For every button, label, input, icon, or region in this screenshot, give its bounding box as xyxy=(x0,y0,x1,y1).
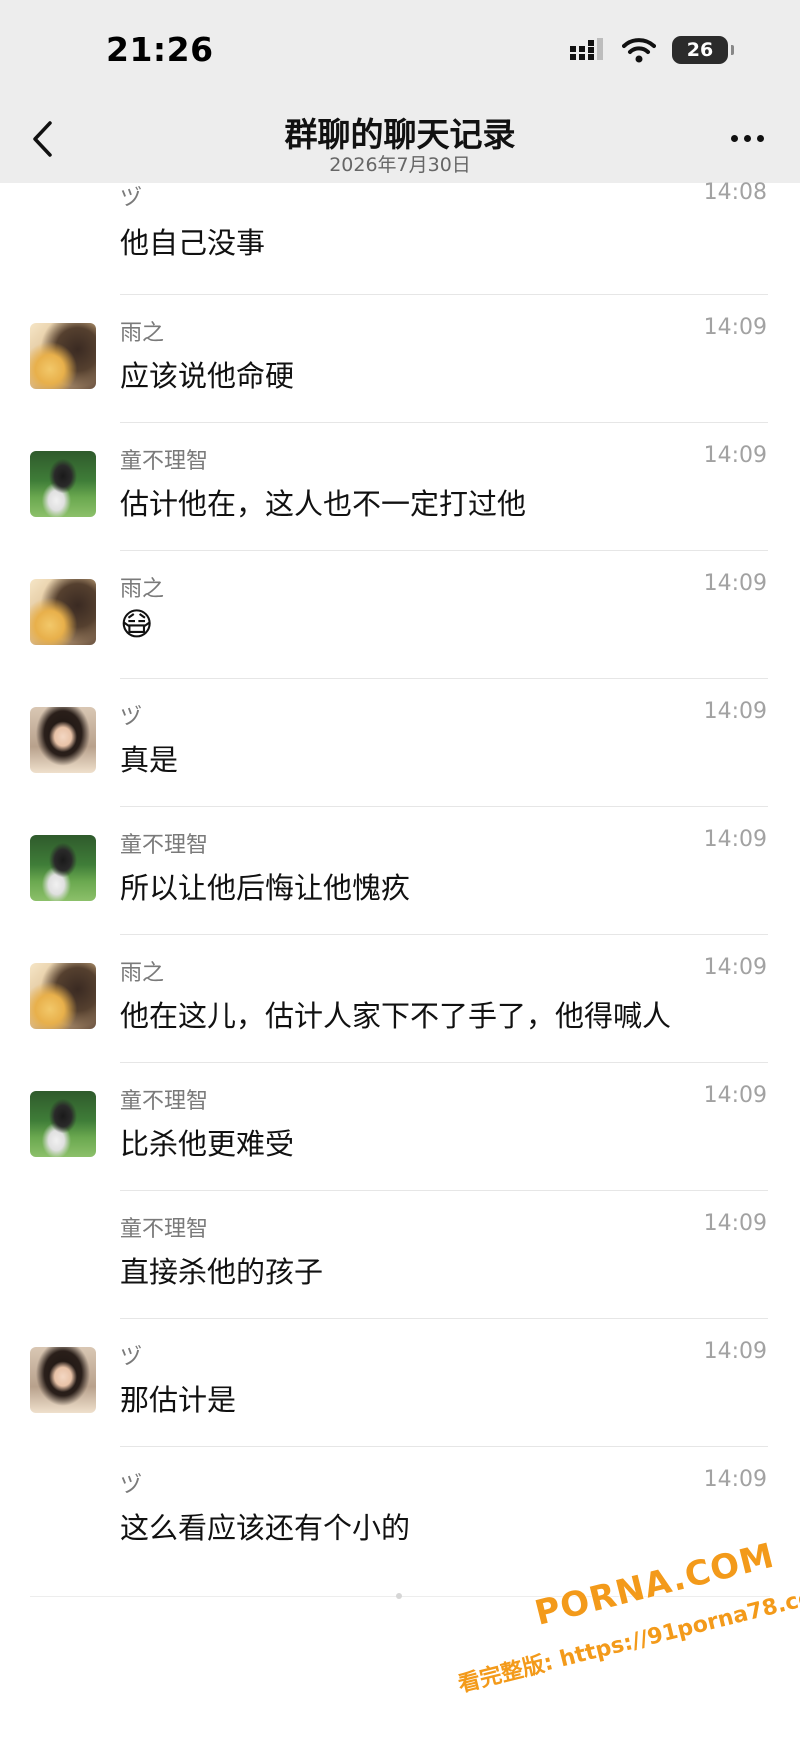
battery-indicator: 26 xyxy=(672,36,734,64)
chat-message[interactable]: 童不理智 14:09 直接杀他的孩子 xyxy=(0,1191,800,1319)
message-text: 应该说他命硬 xyxy=(120,359,295,393)
message-time: 14:09 xyxy=(703,571,767,596)
message-time: 14:09 xyxy=(703,955,767,980)
message-time: 14:09 xyxy=(703,827,767,852)
more-dots-icon xyxy=(730,134,738,142)
chat-message[interactable]: 童不理智 14:09 估计他在，这人也不一定打过他 xyxy=(0,423,800,551)
sender-name: 童不理智 xyxy=(120,1217,209,1242)
sender-name: 雨之 xyxy=(120,321,165,346)
status-time: 21:26 xyxy=(106,30,214,69)
watermark-url: 看完整版: https://91porna78.com xyxy=(455,1579,800,1698)
more-options-button[interactable] xyxy=(722,118,772,158)
message-text: 这么看应该还有个小的 xyxy=(120,1511,411,1545)
message-text: 他自己没事 xyxy=(120,226,266,260)
message-time: 14:08 xyxy=(703,180,767,205)
message-time: 14:09 xyxy=(703,1467,767,1492)
message-time: 14:09 xyxy=(703,1339,767,1364)
message-time: 14:09 xyxy=(703,315,767,340)
avatar[interactable] xyxy=(30,323,96,389)
sender-name: ヅ xyxy=(120,1345,143,1370)
sender-name: 童不理智 xyxy=(120,449,209,474)
message-emoji: 😷 xyxy=(120,605,154,643)
message-text: 那估计是 xyxy=(120,1383,237,1417)
avatar[interactable] xyxy=(30,707,96,773)
message-text: 所以让他后悔让他愧疚 xyxy=(120,871,411,905)
cellular-signal-icon xyxy=(570,38,603,60)
message-text: 他在这儿，估计人家下不了手了，他得喊人 xyxy=(120,999,672,1033)
avatar[interactable] xyxy=(30,1347,96,1413)
sender-name: 雨之 xyxy=(120,961,165,986)
message-text: 估计他在，这人也不一定打过他 xyxy=(120,487,527,521)
chat-message[interactable]: 雨之 14:09 😷 xyxy=(0,551,800,679)
message-time: 14:09 xyxy=(703,699,767,724)
chat-message[interactable]: 雨之 14:09 他在这儿，估计人家下不了手了，他得喊人 xyxy=(0,935,800,1063)
message-text: 直接杀他的孩子 xyxy=(120,1255,324,1289)
chat-message[interactable]: 童不理智 14:09 比杀他更难受 xyxy=(0,1063,800,1191)
page-title: 群聊的聊天记录 xyxy=(284,115,516,154)
avatar[interactable] xyxy=(30,1091,96,1157)
sender-name: 雨之 xyxy=(120,577,165,602)
chat-history-list[interactable]: ヅ 14:08 他自己没事 雨之 14:09 应该说他命硬 童不理智 14:09… xyxy=(0,170,800,1575)
message-text: 比杀他更难受 xyxy=(120,1127,295,1161)
wifi-icon xyxy=(622,38,656,63)
end-of-history-dot xyxy=(396,1593,402,1599)
sender-name: ヅ xyxy=(120,186,143,211)
chat-message[interactable]: ヅ 14:09 真是 xyxy=(0,679,800,807)
message-time: 14:09 xyxy=(703,443,767,468)
message-text: 真是 xyxy=(120,743,179,777)
chat-message[interactable]: 雨之 14:09 应该说他命硬 xyxy=(0,295,800,423)
chat-message[interactable]: 童不理智 14:09 所以让他后悔让他愧疚 xyxy=(0,807,800,935)
chat-message[interactable]: ヅ 14:09 那估计是 xyxy=(0,1319,800,1447)
sender-name: 童不理智 xyxy=(120,1089,209,1114)
status-icons: 26 xyxy=(570,36,734,64)
top-bar: 21:26 26 群聊的聊天记录 2026年7月30日 xyxy=(0,0,800,183)
message-time: 14:09 xyxy=(703,1083,767,1108)
chat-message[interactable]: ヅ 14:08 他自己没事 xyxy=(0,170,800,295)
avatar[interactable] xyxy=(30,451,96,517)
avatar[interactable] xyxy=(30,579,96,645)
sender-name: 童不理智 xyxy=(120,833,209,858)
chat-message[interactable]: ヅ 14:09 这么看应该还有个小的 xyxy=(0,1447,800,1575)
sender-name: ヅ xyxy=(120,1473,143,1498)
sender-name: ヅ xyxy=(120,705,143,730)
message-time: 14:09 xyxy=(703,1211,767,1236)
avatar[interactable] xyxy=(30,835,96,901)
avatar[interactable] xyxy=(30,963,96,1029)
